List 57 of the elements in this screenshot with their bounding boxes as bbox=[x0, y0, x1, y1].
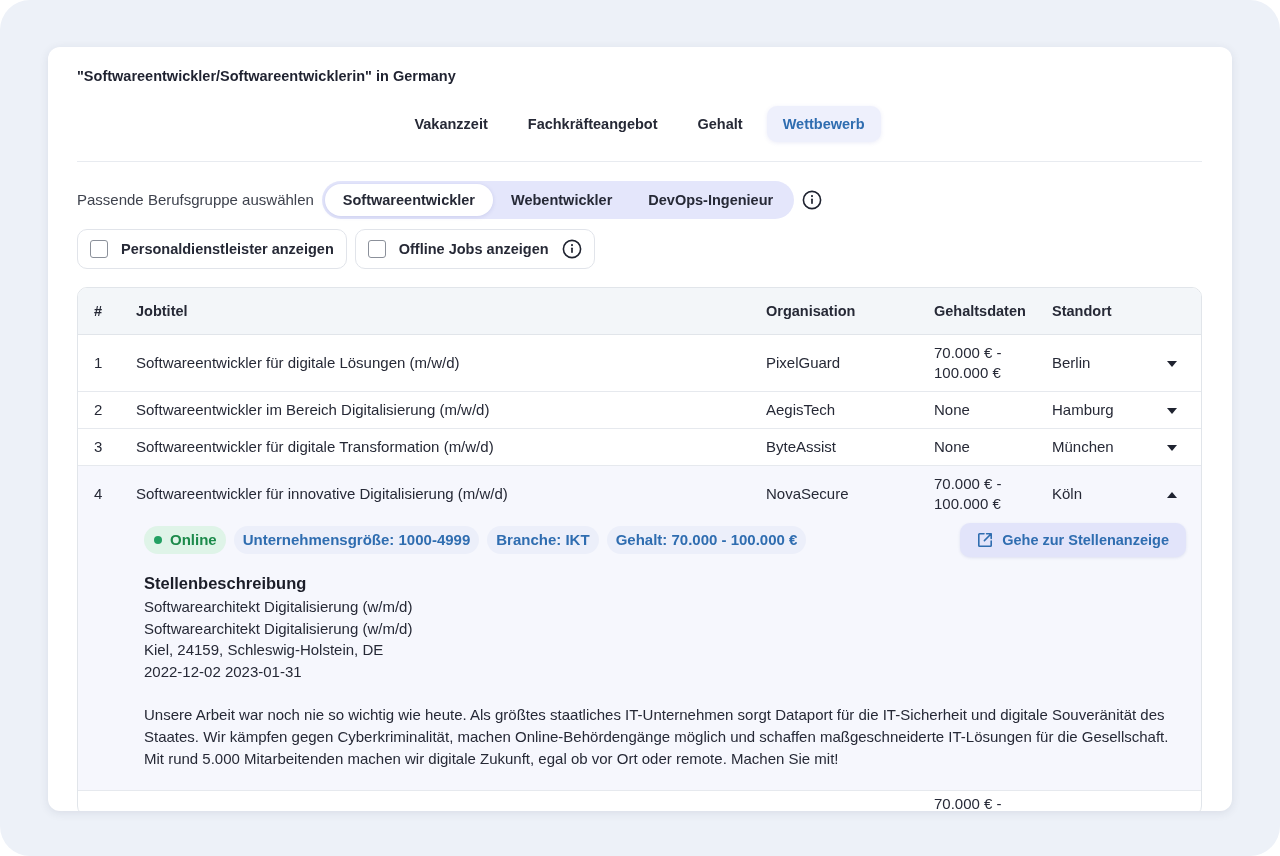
table-cell: 70.000 € - 100.000 € bbox=[918, 334, 1036, 392]
column-header: Gehaltsdaten bbox=[918, 288, 1036, 335]
filter-option[interactable]: Offline Jobs anzeigen bbox=[354, 229, 595, 269]
caret-icon[interactable] bbox=[1167, 361, 1177, 368]
description-line: Kiel, 24159, Schleswig-Holstein, DE bbox=[144, 640, 385, 661]
description-line: Softwarearchitekt Digitalisierung (w/m/d) bbox=[144, 618, 414, 639]
info-tag: Unternehmensgröße: 1000-4999 bbox=[233, 526, 480, 554]
tab[interactable]: Fachkräfteangebot bbox=[511, 106, 674, 142]
description-line: 2022-12-02 2023-01-31 bbox=[144, 662, 303, 683]
segment-option[interactable]: DevOps-Ingenieur bbox=[630, 184, 792, 216]
table-cell: 4 bbox=[78, 465, 120, 522]
table-cell: Hamburg bbox=[1036, 391, 1150, 429]
table-cell: Softwareentwickler für digitale Lösungen (m/w/d) bbox=[120, 334, 750, 392]
table-cell: 70.000 € - bbox=[918, 790, 1036, 811]
description-heading: Stellenbeschreibung bbox=[144, 573, 308, 594]
column-header: Standort bbox=[1036, 288, 1150, 335]
column-header: Jobtitel bbox=[120, 288, 750, 335]
segment-option[interactable]: Webentwickler bbox=[493, 184, 631, 216]
page-title: "Softwareentwickler/Softwareentwicklerin" in Germany bbox=[77, 67, 457, 86]
description-text: Unsere Arbeit war noch nie so wichtig wie heute. Als größtes staatliches IT-Unternehmen sorgt Dataport für die IT-Sicherheit und digitale Souveränität des Staates. Wir kämpfen gegen Cyberkriminalität, machen Online-Behördengänge möglich und schaffen maßgeschneiderte IT-Lösungen für die Gesellschaft. Mit rund 5.000 Mitarbeitenden machen wir digitale Zukunft, egal ob vor Ort oder remote. Machen Sie mit! bbox=[144, 704, 1170, 769]
caret-icon[interactable] bbox=[1167, 492, 1177, 499]
caret-icon[interactable] bbox=[1167, 445, 1177, 452]
table-cell: None bbox=[918, 428, 1036, 466]
tab[interactable]: Vakanzzeit bbox=[398, 106, 504, 142]
status-label: Online bbox=[170, 530, 217, 550]
info-icon[interactable] bbox=[802, 190, 823, 210]
table-cell: 3 bbox=[78, 428, 120, 466]
table-cell: Softwareentwickler für innovative Digitalisierung (m/w/d) bbox=[120, 465, 750, 522]
description-line: Softwarearchitekt Digitalisierung (w/m/d) bbox=[144, 597, 414, 617]
table-cell: ByteAssist bbox=[750, 428, 918, 466]
table-cell: Softwareentwickler für digitale Transformation (m/w/d) bbox=[120, 428, 750, 466]
info-tag: Branche: IKT bbox=[487, 526, 599, 554]
tab[interactable]: Gehalt bbox=[681, 106, 759, 142]
table-cell: NovaSecure bbox=[750, 465, 918, 522]
table-cell: Softwareentwickler im Bereich Digitalisierung (m/w/d) bbox=[120, 391, 750, 429]
table-cell: None bbox=[918, 391, 1036, 429]
table-cell: AegisTech bbox=[750, 391, 918, 429]
info-tag: Gehalt: 70.000 - 100.000 € bbox=[606, 526, 807, 554]
column-header: Organisation bbox=[750, 288, 918, 335]
external-link-icon bbox=[977, 532, 994, 548]
table-cell: 70.000 € - 100.000 € bbox=[918, 465, 1036, 522]
tab[interactable]: Wettbewerb bbox=[766, 106, 881, 142]
caret-icon[interactable] bbox=[1167, 408, 1177, 415]
job-link-button[interactable]: Gehe zur Stellenanzeige bbox=[960, 523, 1186, 557]
column-header: # bbox=[78, 288, 120, 335]
table-cell: PixelGuard bbox=[750, 334, 918, 392]
info-icon[interactable] bbox=[561, 239, 582, 259]
table-cell: Berlin bbox=[1036, 334, 1150, 392]
table-cell: Köln bbox=[1036, 465, 1150, 522]
checkbox[interactable] bbox=[367, 240, 386, 258]
table-cell: München bbox=[1036, 428, 1150, 466]
checkbox[interactable] bbox=[90, 240, 108, 258]
table-cell: 1 bbox=[78, 334, 120, 392]
picker-label: Passende Berufsgruppe auswählen bbox=[77, 190, 314, 210]
segment-option[interactable]: Softwareentwickler bbox=[324, 184, 493, 216]
table-cell: 2 bbox=[78, 391, 120, 429]
filter-option[interactable]: Personaldienstleister anzeigen bbox=[77, 229, 347, 269]
